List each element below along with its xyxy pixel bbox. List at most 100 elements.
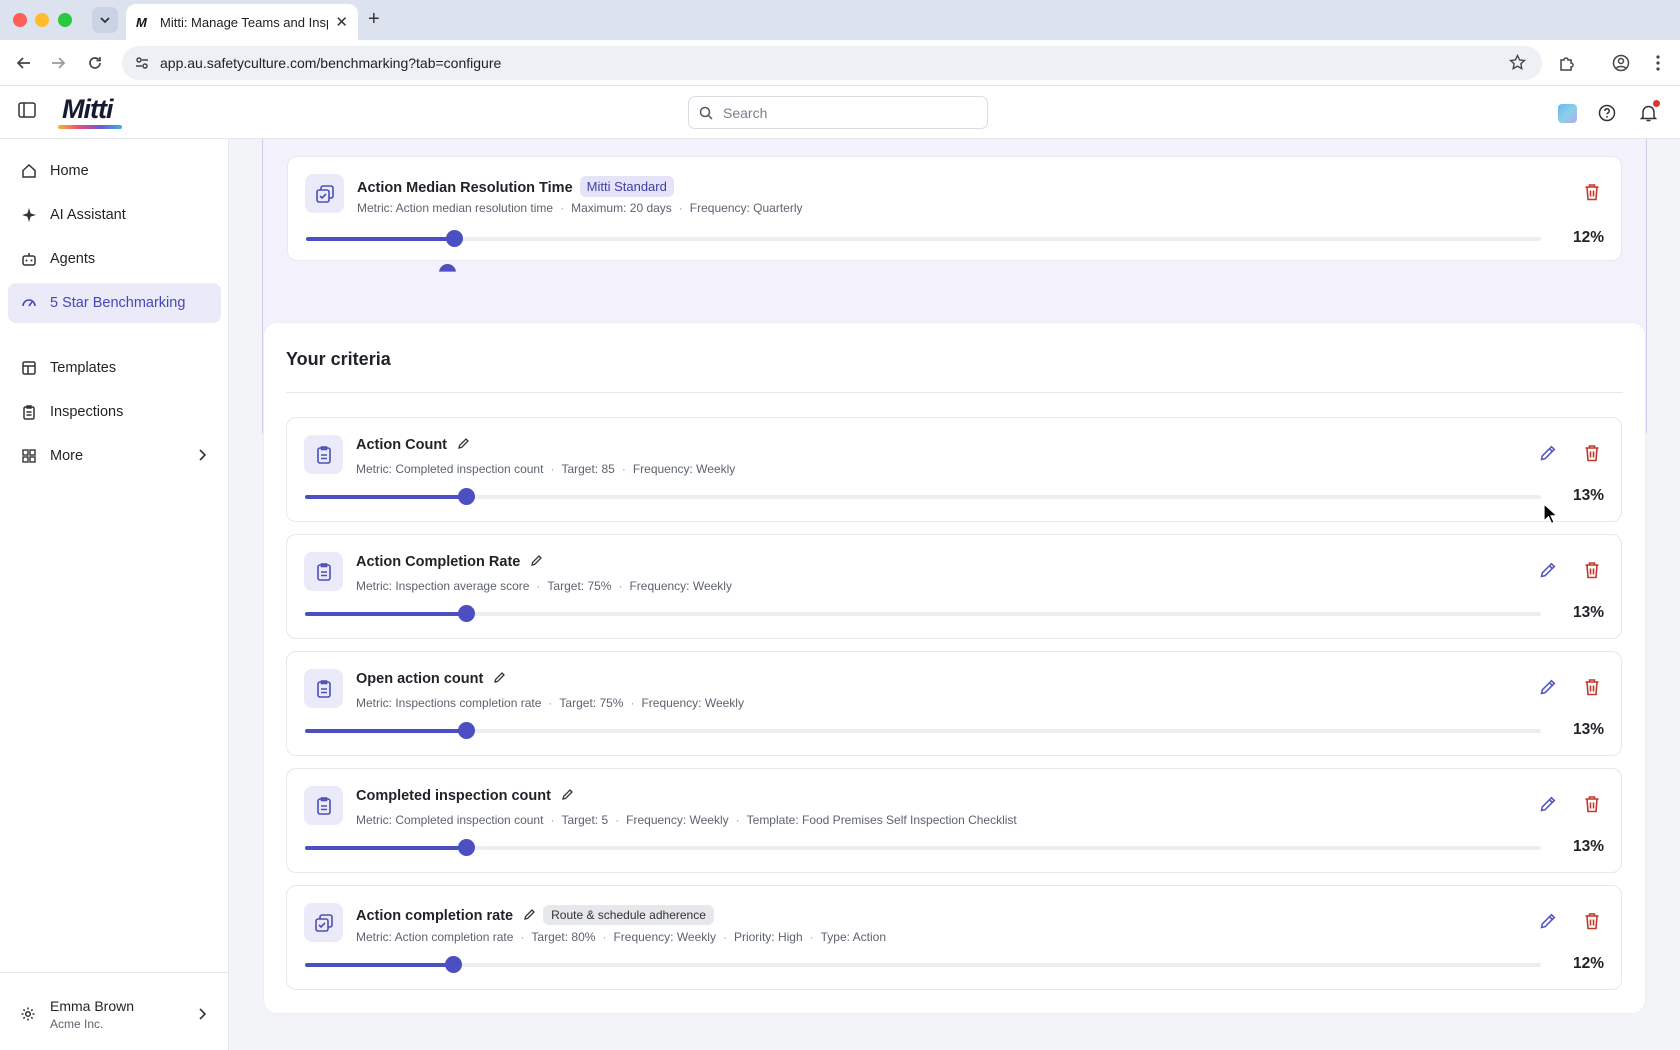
rename-pencil-icon[interactable] xyxy=(493,671,506,688)
weight-percentage: 12% xyxy=(1572,229,1604,246)
weight-slider[interactable] xyxy=(305,488,1541,505)
delete-button[interactable] xyxy=(1581,910,1603,932)
robot-icon xyxy=(20,250,38,268)
edit-button[interactable] xyxy=(1537,910,1559,932)
sidebar-item-label: Templates xyxy=(50,360,117,376)
extensions-button[interactable] xyxy=(1555,51,1579,75)
meta-separator: · xyxy=(550,813,555,827)
criterion-title: Completed inspection count xyxy=(356,788,574,805)
kebab-menu-icon xyxy=(1656,55,1660,71)
slider-thumb[interactable] xyxy=(457,722,475,739)
criterion-card: Action Completion Rate Metric: Inspectio… xyxy=(286,534,1622,639)
meta-separator: · xyxy=(735,813,740,827)
slider-thumb[interactable] xyxy=(457,605,475,622)
sidebar-item-ai-assistant[interactable]: AI Assistant xyxy=(8,195,221,235)
sidebar-item-home[interactable]: Home xyxy=(8,151,221,191)
meta-separator: · xyxy=(548,696,553,710)
category-tag: Route & schedule adherence xyxy=(543,905,714,925)
user-menu[interactable]: Emma Brown Acme Inc. xyxy=(8,989,221,1039)
search-input[interactable]: Search xyxy=(688,96,988,129)
notifications-button[interactable] xyxy=(1635,100,1661,126)
delete-button[interactable] xyxy=(1581,442,1603,464)
sidebar-item-inspections[interactable]: Inspections xyxy=(8,392,221,432)
sidebar-item-5-star-benchmarking[interactable]: 5 Star Benchmarking xyxy=(8,283,221,323)
site-settings-icon[interactable] xyxy=(130,55,154,71)
app-logo[interactable]: Mitti xyxy=(62,94,113,125)
forward-button[interactable] xyxy=(46,51,70,75)
weight-slider[interactable] xyxy=(306,230,1541,247)
card-actions xyxy=(1537,559,1603,581)
slider-thumb[interactable] xyxy=(446,230,464,247)
slider-fill xyxy=(306,237,455,241)
edit-button[interactable] xyxy=(1537,793,1559,815)
sidebar-item-label: Inspections xyxy=(50,404,124,420)
reload-button[interactable] xyxy=(83,51,107,75)
meta-separator: · xyxy=(722,930,727,944)
card-actions xyxy=(1537,442,1603,464)
criterion-card: Completed inspection count Metric: Compl… xyxy=(286,768,1622,873)
browser-tab[interactable]: M Mitti: Manage Teams and Insp ✕ xyxy=(126,4,358,40)
window-minimize-button[interactable] xyxy=(35,13,49,27)
rename-pencil-icon[interactable] xyxy=(523,908,536,925)
criterion-title: Action Median Resolution Time Mitti Stand… xyxy=(357,176,674,197)
sidebar-item-label: 5 Star Benchmarking xyxy=(50,295,186,311)
search-placeholder: Search xyxy=(723,104,768,121)
rename-pencil-icon[interactable] xyxy=(457,437,470,454)
delete-button[interactable] xyxy=(1581,181,1603,203)
app-launcher-button[interactable] xyxy=(1554,100,1580,126)
weight-slider[interactable] xyxy=(305,956,1541,973)
rename-pencil-icon[interactable] xyxy=(530,554,543,571)
meta-frequency: Frequency: Weekly xyxy=(641,696,744,710)
meta-maximum: Maximum: 20 days xyxy=(571,201,672,215)
sidebar-item-agents[interactable]: Agents xyxy=(8,239,221,279)
meta-metric: Metric: Inspection average score xyxy=(356,579,530,593)
pencil-icon xyxy=(1540,913,1556,929)
window-maximize-button[interactable] xyxy=(58,13,72,27)
sidebar-item-templates[interactable]: Templates xyxy=(8,348,221,388)
weight-slider[interactable] xyxy=(305,605,1541,622)
weight-slider[interactable] xyxy=(305,722,1541,739)
arrow-right-icon xyxy=(52,57,66,69)
slider-thumb[interactable] xyxy=(457,488,475,505)
clipboard-icon xyxy=(304,786,343,825)
window-close-button[interactable] xyxy=(13,13,27,27)
browser-menu-button[interactable] xyxy=(1646,51,1670,75)
address-bar[interactable]: app.au.safetyculture.com/benchmarking?ta… xyxy=(122,46,1542,80)
weight-slider[interactable] xyxy=(305,839,1541,856)
edit-button[interactable] xyxy=(1537,442,1559,464)
bookmark-star-icon[interactable] xyxy=(1509,53,1526,76)
slider-fill xyxy=(305,729,466,733)
criterion-title: Action Count xyxy=(356,437,470,454)
action-icon xyxy=(304,903,343,942)
meta-target: Target: 75% xyxy=(547,579,612,593)
clipboard-icon xyxy=(20,403,38,421)
back-button[interactable] xyxy=(12,51,36,75)
meta-metric: Metric: Inspections completion rate xyxy=(356,696,542,710)
card-actions xyxy=(1537,910,1603,932)
meta-frequency: Frequency: Weekly xyxy=(613,930,716,944)
delete-button[interactable] xyxy=(1581,676,1603,698)
section-title: Your criteria xyxy=(286,349,391,369)
edit-button[interactable] xyxy=(1537,559,1559,581)
slider-thumb[interactable] xyxy=(457,839,475,856)
slider-thumb[interactable] xyxy=(445,956,463,973)
criterion-card: Action completion rate Route & schedule a… xyxy=(286,885,1622,990)
delete-button[interactable] xyxy=(1581,559,1603,581)
delete-button[interactable] xyxy=(1581,793,1603,815)
rename-pencil-icon[interactable] xyxy=(561,788,574,805)
criterion-title: Action completion rate Route & schedule a… xyxy=(356,905,714,925)
clipboard-icon xyxy=(304,669,343,708)
edit-button[interactable] xyxy=(1537,676,1559,698)
tab-search-button[interactable] xyxy=(92,7,118,33)
profile-button[interactable] xyxy=(1609,51,1633,75)
sidebar-item-more[interactable]: More xyxy=(8,436,221,476)
sidebar-toggle-button[interactable] xyxy=(18,102,36,123)
slider-fill xyxy=(305,495,466,499)
card-actions xyxy=(1537,676,1603,698)
tab-close-icon[interactable]: ✕ xyxy=(335,13,348,31)
new-tab-button[interactable]: + xyxy=(368,8,380,31)
criterion-meta: Metric: Completed inspection count · Targe… xyxy=(356,462,735,476)
criterion-title-text: Completed inspection count xyxy=(356,788,551,804)
meta-separator: · xyxy=(809,930,814,944)
help-button[interactable] xyxy=(1594,100,1620,126)
